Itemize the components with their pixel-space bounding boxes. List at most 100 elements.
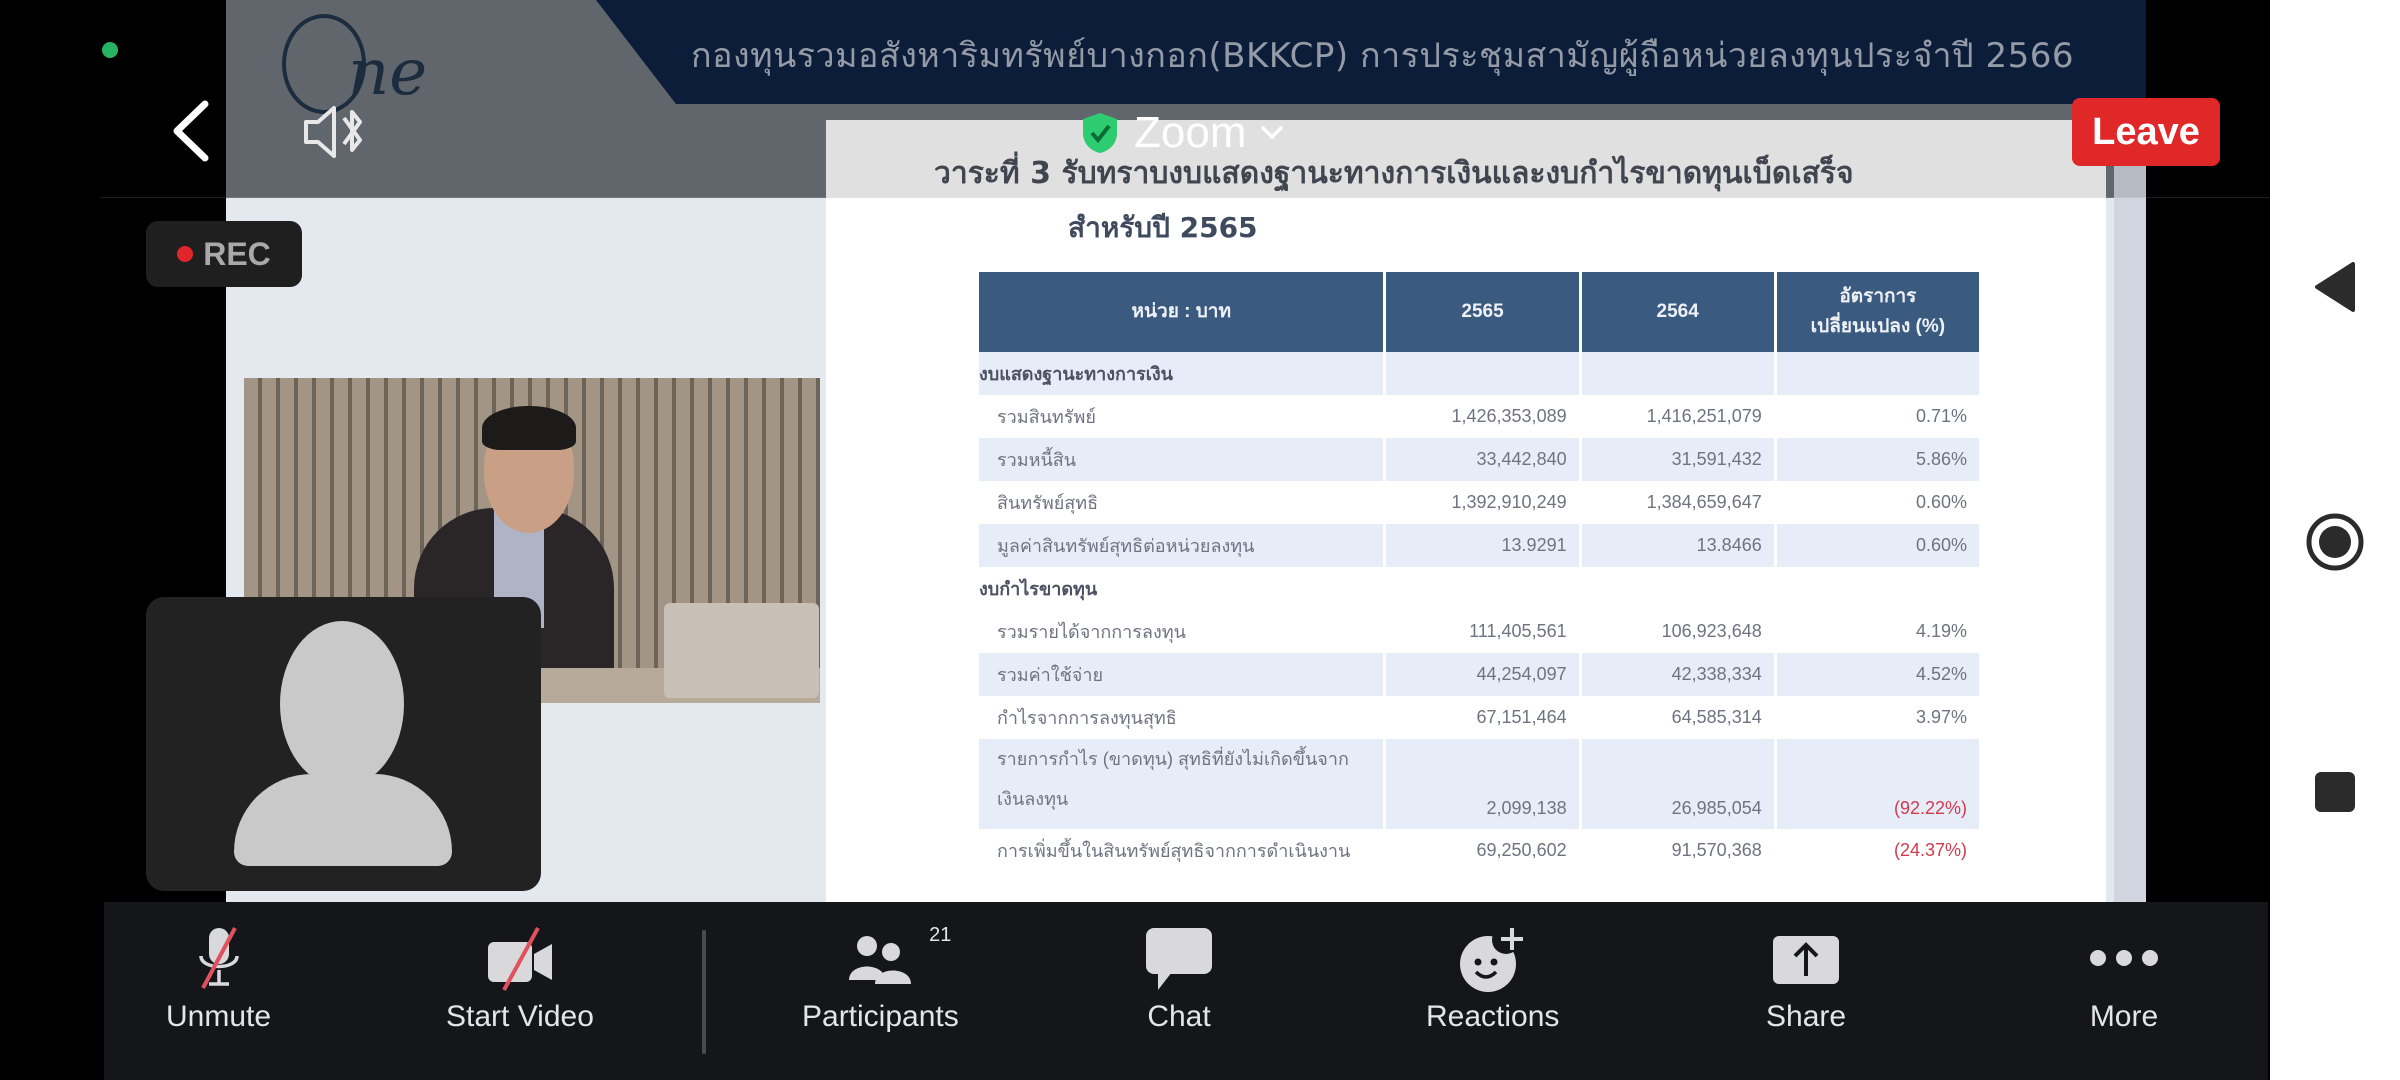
- empty-cell: [1386, 567, 1578, 610]
- participants-label: Participants: [802, 1000, 959, 1033]
- system-nav-bar: [2270, 0, 2400, 1080]
- chat-label: Chat: [1147, 1000, 1211, 1033]
- financial-table: หน่วย : บาท 2565 2564 อัตราการ เปลี่ยนแป…: [976, 272, 1982, 872]
- triangle-back-icon: [2315, 262, 2355, 312]
- cell-y2564: 64,585,314: [1671, 707, 1762, 727]
- cell-y2565: 69,250,602: [1476, 840, 1567, 860]
- row-label: รวมหนี้สิน: [979, 438, 1384, 481]
- table-row: มูลค่าสินทรัพย์สุทธิต่อหน่วยลงทุน 13.9291…: [979, 524, 1979, 567]
- avatar-placeholder-icon: [280, 621, 404, 787]
- cell-change: 5.86%: [1776, 438, 1979, 481]
- audio-output-button[interactable]: [302, 104, 372, 160]
- cell-y2564: 13.8466: [1581, 524, 1774, 567]
- empty-cell: [1582, 567, 1774, 610]
- top-bar: [100, 0, 2270, 198]
- table-row: รวมค่าใช้จ่าย 44,254,097 42,338,334 4.52%: [979, 653, 1979, 696]
- unmute-label: Unmute: [166, 1000, 272, 1033]
- col-header-change: อัตราการ เปลี่ยนแปลง (%): [1776, 272, 1979, 352]
- cell-y2565: 67,151,464: [1476, 707, 1567, 727]
- empty-cell: [1776, 352, 1979, 395]
- row-label: กำไรจากการลงทุนสุทธิ: [997, 708, 1177, 728]
- laptop: [664, 603, 819, 698]
- table-row: การเพิ่มขึ้นในสินทรัพย์สุทธิจากการดำเนิน…: [979, 829, 1979, 872]
- cell-y2565: 33,442,840: [1386, 438, 1579, 481]
- nav-recents-button[interactable]: [2270, 770, 2400, 814]
- col-header-unit: หน่วย : บาท: [979, 272, 1384, 352]
- row-label: มูลค่าสินทรัพย์สุทธิต่อหน่วยลงทุน: [979, 524, 1384, 567]
- cell-y2565: 13.9291: [1386, 524, 1579, 567]
- table-row: สินทรัพย์สุทธิ 1,392,910,249 1,384,659,647…: [979, 481, 1979, 524]
- table-header-row: หน่วย : บาท 2565 2564 อัตราการ เปลี่ยนแป…: [979, 272, 1979, 352]
- empty-cell: [1581, 352, 1774, 395]
- empty-cell: [1386, 352, 1579, 395]
- share-button[interactable]: Share: [1766, 924, 1846, 1034]
- meeting-title: Zoom: [1134, 108, 1247, 157]
- start-video-label: Start Video: [446, 1000, 594, 1033]
- slide-subtitle: สำหรับปี 2565: [1068, 211, 1258, 244]
- back-button[interactable]: [166, 96, 216, 166]
- cell-y2564: 1,416,251,079: [1646, 406, 1762, 426]
- table-row: รวมสินทรัพย์ 1,426,353,089 1,416,251,079 0.…: [979, 395, 1979, 438]
- table-section-row: งบแสดงฐานะทางการเงิน: [979, 352, 1979, 395]
- start-video-button[interactable]: Start Video: [446, 924, 594, 1034]
- cell-change: 4.52%: [1776, 653, 1979, 696]
- cell-change: (24.37%): [1893, 840, 1967, 860]
- nav-home-button[interactable]: [2270, 512, 2400, 572]
- cell-change: 4.19%: [1915, 621, 1967, 641]
- unmute-button[interactable]: Unmute: [166, 924, 271, 1034]
- meeting-title-dropdown[interactable]: Zoom: [1080, 108, 1284, 158]
- row-label: รวมค่าใช้จ่าย: [979, 653, 1384, 696]
- circle-home-icon: [2306, 513, 2364, 571]
- cell-y2565: 1,426,353,089: [1451, 406, 1567, 426]
- cell-change: (92.22%): [1776, 739, 1979, 829]
- empty-cell: [1777, 567, 1979, 610]
- cell-y2565: 2,099,138: [1386, 739, 1579, 829]
- cell-change: 0.71%: [1915, 406, 1967, 426]
- cell-y2564: 31,591,432: [1581, 438, 1774, 481]
- chat-icon: [1146, 928, 1212, 990]
- cell-y2564: 26,985,054: [1581, 739, 1774, 829]
- cell-change: 0.60%: [1915, 492, 1967, 512]
- chat-button[interactable]: Chat: [1144, 924, 1214, 1034]
- table-row: รายการกำไร (ขาดทุน) สุทธิที่ยังไม่เกิดขึ…: [979, 739, 1979, 829]
- cell-y2565: 111,405,561: [1469, 621, 1567, 641]
- self-video-tile[interactable]: [146, 597, 541, 891]
- nav-back-button[interactable]: [2270, 262, 2400, 312]
- cell-y2565: 44,254,097: [1386, 653, 1579, 696]
- reactions-icon: [1459, 926, 1523, 992]
- more-dots-icon: [2090, 950, 2158, 966]
- share-upload-icon: [1773, 936, 1840, 984]
- slide-edge: [2114, 120, 2146, 902]
- share-label: Share: [1766, 1000, 1847, 1033]
- row-label: การเพิ่มขึ้นในสินทรัพย์สุทธิจากการดำเนิน…: [997, 841, 1351, 861]
- reactions-label: Reactions: [1426, 1000, 1560, 1033]
- speaker-hair: [482, 406, 576, 450]
- section-label: งบแสดงฐานะทางการเงิน: [979, 352, 1384, 395]
- recording-dot-icon: [177, 246, 194, 262]
- more-button[interactable]: More: [2088, 924, 2160, 1034]
- cell-y2565: 1,392,910,249: [1451, 492, 1567, 512]
- leave-button[interactable]: Leave: [2072, 98, 2220, 166]
- row-label: สินทรัพย์สุทธิ: [997, 493, 1099, 513]
- video-off-icon: [487, 927, 552, 991]
- col-header-change-line1: อัตราการ: [1839, 286, 1917, 307]
- shield-check-icon: [1083, 113, 1117, 153]
- table-row: รวมหนี้สิน 33,442,840 31,591,432 5.86%: [979, 438, 1979, 481]
- cell-change: 0.60%: [1776, 524, 1979, 567]
- speaker-muted-bluetooth-icon: [304, 106, 362, 158]
- participants-icon: [849, 936, 912, 984]
- recording-label: REC: [203, 235, 271, 272]
- row-label: รวมรายได้จากการลงทุน: [997, 622, 1186, 642]
- meeting-toolbar: Unmute Start Video 21 Participants Chat …: [104, 902, 2268, 1080]
- participants-button[interactable]: 21 Participants: [802, 924, 959, 1034]
- table-row: กำไรจากการลงทุนสุทธิ 67,151,464 64,585,314…: [979, 696, 1979, 739]
- cell-y2564: 1,384,659,647: [1646, 492, 1762, 512]
- participants-count: 21: [929, 924, 952, 946]
- row-label-line1: รายการกำไร (ขาดทุน) สุทธิที่ยังไม่เกิดขึ…: [997, 749, 1349, 769]
- row-label-line2: เงินลงทุน: [997, 789, 1069, 809]
- table-row: รวมรายได้จากการลงทุน 111,405,561 106,923,6…: [979, 610, 1979, 653]
- cell-y2564: 106,923,648: [1661, 621, 1762, 641]
- reactions-button[interactable]: Reactions: [1426, 924, 1559, 1034]
- cell-y2564: 91,570,368: [1671, 840, 1762, 860]
- toolbar-divider: [702, 930, 706, 1054]
